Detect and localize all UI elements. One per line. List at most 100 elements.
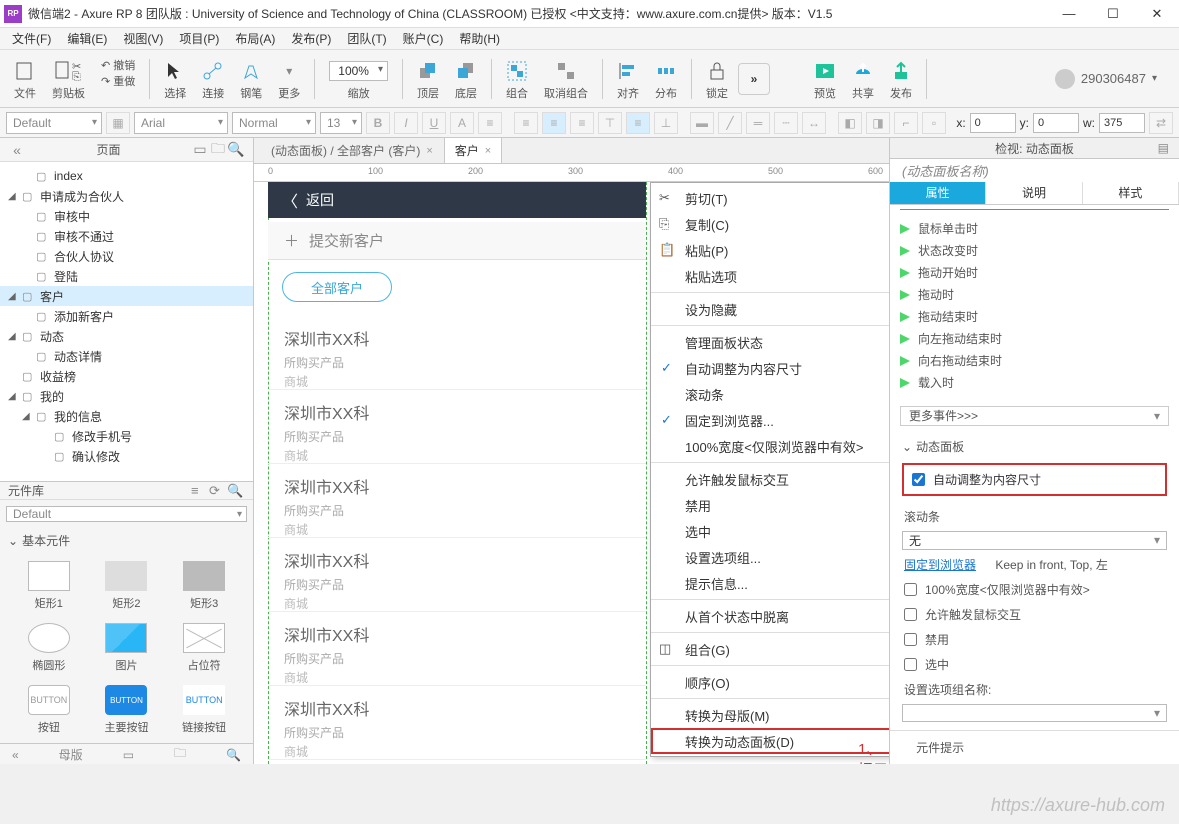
line-style-button[interactable]: ┄ [774,112,798,134]
tree-item[interactable]: ▢动态详情 [0,346,253,366]
lib-menu-icon[interactable]: ≡ [191,483,209,498]
canvas[interactable]: 〈 返回 ＋提交新客户 全部客户 深圳市XX科所购买产品商城深圳市XX科所购买产… [254,182,889,764]
menu-account[interactable]: 账户(C) [395,30,452,47]
shape-item[interactable]: BUTTON链接按钮 [169,685,239,735]
event-item[interactable]: 向右拖动结束时 [890,350,1179,372]
close-icon[interactable]: × [426,145,432,157]
tool-file[interactable]: 文件 [8,57,42,101]
menu-help[interactable]: 帮助(H) [451,30,508,47]
menu-file[interactable]: 文件(F) [4,30,59,47]
event-item[interactable]: 鼠标单击时 [890,218,1179,240]
line-width-button[interactable]: ═ [746,112,770,134]
ctx-item[interactable]: ⎘复制(C) [651,211,889,237]
ctx-item[interactable]: 粘贴选项▶ [651,263,889,289]
tool-more[interactable]: ▾更多 [272,57,306,101]
tree-item[interactable]: ▢审核不通过 [0,226,253,246]
sel-group-combo[interactable] [902,704,1167,722]
valign-bottom-button[interactable]: ⊥ [654,112,678,134]
tool-lock[interactable]: 锁定 [700,57,734,101]
tool-select[interactable]: 选择 [158,57,192,101]
fill-button[interactable]: ▬ [690,112,714,134]
lib-refresh-icon[interactable]: ⟳ [209,483,227,499]
event-item[interactable]: 载入时 [890,372,1179,394]
ctx-item[interactable]: 设置选项组... [651,544,889,570]
customer-item[interactable]: 深圳市XX科所购买产品商城 [268,464,646,538]
masters-tab[interactable]: 母版 [59,746,83,763]
lib-search-icon[interactable]: 🔍 [227,483,245,499]
shape-item[interactable]: 矩形3 [169,561,239,611]
tool-overflow[interactable]: » [738,63,770,95]
minimize-button[interactable]: — [1047,0,1091,28]
shape-item[interactable]: 图片 [92,623,162,673]
tree-item[interactable]: ◢▢申请成为合伙人 [0,186,253,206]
back-icon[interactable]: 〈 [282,188,298,212]
footer-add-icon[interactable]: ▭ [123,748,134,762]
customer-item[interactable]: 深圳市XX科所购买产品商城 [268,316,646,390]
shape-item[interactable]: 矩形1 [14,561,84,611]
shape-item[interactable]: BUTTON主要按钮 [92,685,162,735]
chk-100width[interactable]: 100%宽度<仅限浏览器中有效> [890,577,1179,602]
w-input[interactable]: 375 [1099,113,1145,133]
tool-group-btn[interactable]: 组合 [500,57,534,101]
chk-disable[interactable]: 禁用 [890,627,1179,652]
footer-collapse-icon[interactable]: « [12,748,19,762]
scrollbar-combo[interactable]: 无 [902,531,1167,550]
tool-share[interactable]: 共享 [846,57,880,101]
tool-zoom[interactable]: 100%缩放 [323,57,394,101]
ctx-item[interactable]: ◫组合(G)Ctrl+G [651,636,889,662]
account-menu[interactable]: 290306487▾ [1055,69,1171,89]
tool-connect[interactable]: 连接 [196,57,230,101]
ctx-item[interactable]: 转换为母版(M) [651,702,889,728]
add-folder-icon[interactable]: 🗀 [209,138,227,162]
chk-select[interactable]: 选中 [890,652,1179,677]
footer-search-icon[interactable]: 🔍 [226,748,241,762]
ctx-item[interactable]: 从首个状态中脱离 [651,603,889,629]
tree-item[interactable]: ◢▢客户 [0,286,253,306]
customer-item[interactable]: 深圳市XX科所购买产品商城 [268,612,646,686]
italic-button[interactable]: I [394,112,418,134]
line-color-button[interactable]: ╱ [718,112,742,134]
ctx-item[interactable]: ✓自动调整为内容尺寸 [651,355,889,381]
tool-clipboard[interactable]: ✂⎘剪贴板 [46,57,91,101]
tab-style[interactable]: 样式 [1083,182,1179,204]
more-events-combo[interactable]: 更多事件>>> [900,406,1169,426]
ctx-item[interactable]: 管理面板状态 [651,329,889,355]
ctx-item[interactable]: 滚动条▶ [651,381,889,407]
tool-pen[interactable]: 钢笔 [234,57,268,101]
tree-item[interactable]: ◢▢我的信息 [0,406,253,426]
font-combo[interactable]: Arial [134,112,228,134]
padding-button[interactable]: ▫ [922,112,946,134]
underline-button[interactable]: U [422,112,446,134]
weight-combo[interactable]: Normal [232,112,316,134]
align-left-button[interactable]: ≡ [514,112,538,134]
text-color-button[interactable]: A [450,112,474,134]
tool-distribute[interactable]: 分布 [649,57,683,101]
menu-layout[interactable]: 布局(A) [227,30,283,47]
tool-undo[interactable]: ↶ 撤销↷ 重做 [95,59,141,99]
tree-item[interactable]: ▢审核中 [0,206,253,226]
widget-name-input[interactable]: (动态面板名称) [890,159,1179,182]
x-input[interactable]: 0 [970,113,1016,133]
menu-team[interactable]: 团队(T) [339,30,394,47]
close-button[interactable]: ✕ [1135,0,1179,28]
valign-top-button[interactable]: ⊤ [598,112,622,134]
ctx-item[interactable]: 转换为动态面板(D) [651,728,889,754]
arrow-button[interactable]: ↔ [802,112,826,134]
customer-item[interactable]: 深圳市XX科所购买产品商城 [268,686,646,760]
tree-item[interactable]: ▢确认修改 [0,446,253,466]
add-customer-row[interactable]: ＋提交新客户 [268,222,646,260]
shape-item[interactable]: BUTTON按钮 [14,685,84,735]
menu-project[interactable]: 项目(P) [171,30,227,47]
dp-section[interactable]: ⌄动态面板 [890,430,1179,463]
outer-shadow-button[interactable]: ◧ [838,112,862,134]
add-page-icon[interactable]: ▭ [191,141,209,158]
tree-item[interactable]: ◢▢动态 [0,326,253,346]
menu-edit[interactable]: 编辑(E) [59,30,115,47]
hint-section[interactable]: ⌄元件提示 [890,730,1179,764]
tree-item[interactable]: ▢收益榜 [0,366,253,386]
tree-item[interactable]: ▢修改手机号 [0,426,253,446]
size-combo[interactable]: 13 [320,112,362,134]
align-center-button[interactable]: ≡ [542,112,566,134]
tab-properties[interactable]: 属性 [890,182,986,204]
inspector-menu-icon[interactable]: ▤ [1158,141,1169,155]
